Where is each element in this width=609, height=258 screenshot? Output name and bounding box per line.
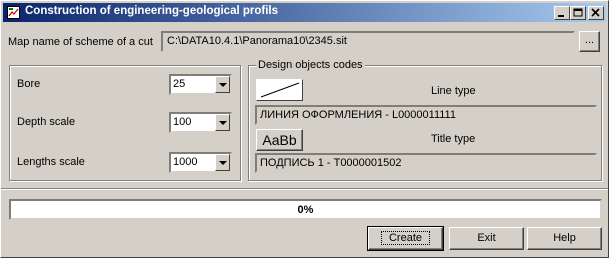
close-button[interactable] bbox=[588, 6, 604, 20]
title-sample: AaBb bbox=[262, 132, 297, 148]
title-type-label: Title type bbox=[431, 133, 476, 145]
chevron-down-icon[interactable] bbox=[215, 154, 230, 171]
title-type-button[interactable]: AaBb bbox=[256, 129, 303, 151]
exit-button[interactable]: Exit bbox=[449, 227, 524, 250]
create-button-label: Create bbox=[380, 231, 431, 245]
create-button[interactable]: Create bbox=[367, 226, 444, 251]
line-type-button[interactable] bbox=[256, 79, 303, 101]
progress-bar: 0% bbox=[9, 199, 602, 220]
title-type-field[interactable]: ПОДПИСЬ 1 - T0000001502 bbox=[255, 153, 597, 173]
depth-scale-select[interactable]: 100 bbox=[169, 112, 232, 133]
app-icon bbox=[7, 6, 20, 19]
chevron-down-icon[interactable] bbox=[215, 114, 230, 131]
minimize-icon bbox=[558, 15, 564, 17]
design-objects-title: Design objects codes bbox=[256, 59, 365, 71]
maximize-icon bbox=[573, 8, 583, 17]
line-type-field[interactable]: ЛИНИЯ ОФОРМЛЕНИЯ - L0000011111 bbox=[255, 105, 597, 125]
depth-scale-label: Depth scale bbox=[17, 116, 76, 128]
map-name-label: Map name of scheme of a cut bbox=[8, 36, 153, 48]
separator bbox=[1, 188, 608, 190]
lengths-scale-select[interactable]: 1000 bbox=[169, 152, 232, 173]
title-bar[interactable]: Construction of engineering-geological p… bbox=[3, 3, 606, 22]
lengths-scale-value: 1000 bbox=[173, 156, 198, 168]
lengths-scale-label: Lengths scale bbox=[17, 156, 85, 168]
progress-text: 0% bbox=[297, 204, 314, 216]
map-name-field[interactable]: C:\DATA10.4.1\Panorama10\2345.sit bbox=[161, 31, 575, 52]
title-type-value: ПОДПИСЬ 1 - T0000001502 bbox=[260, 157, 402, 169]
close-icon bbox=[591, 8, 600, 17]
window-title: Construction of engineering-geological p… bbox=[25, 5, 279, 17]
map-name-value: C:\DATA10.4.1\Panorama10\2345.sit bbox=[167, 35, 347, 47]
bore-value: 25 bbox=[173, 78, 186, 90]
depth-scale-value: 100 bbox=[173, 116, 192, 128]
maximize-button[interactable] bbox=[570, 6, 586, 20]
line-type-label: Line type bbox=[431, 85, 476, 97]
line-type-value: ЛИНИЯ ОФОРМЛЕНИЯ - L0000011111 bbox=[260, 109, 456, 121]
dialog-window: Construction of engineering-geological p… bbox=[0, 0, 609, 258]
minimize-button[interactable] bbox=[554, 6, 570, 20]
help-button[interactable]: Help bbox=[527, 227, 602, 250]
bore-label: Bore bbox=[17, 78, 41, 90]
browse-button[interactable]: ... bbox=[579, 31, 600, 52]
line-sample-icon bbox=[260, 82, 300, 98]
chevron-down-icon[interactable] bbox=[215, 76, 230, 93]
bore-select[interactable]: 25 bbox=[169, 74, 232, 95]
